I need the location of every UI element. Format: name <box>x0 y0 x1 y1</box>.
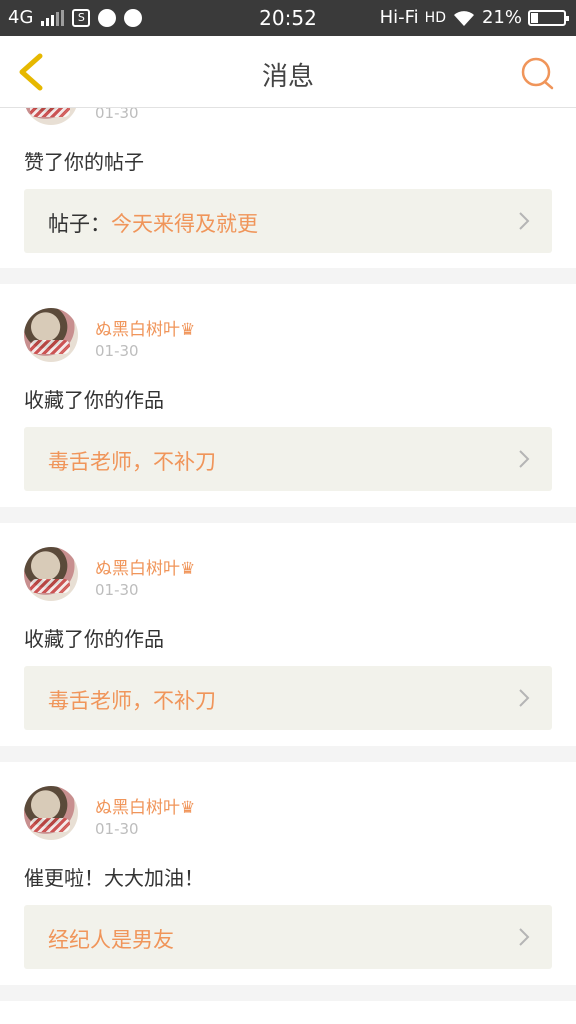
status-right: Hi-Fi HD 21% <box>379 7 569 28</box>
avatar[interactable] <box>24 308 78 362</box>
work-link[interactable]: 毒舌老师，不补刀 <box>24 666 552 730</box>
username[interactable]: ぬ黑白树叶♛ <box>95 554 195 579</box>
search-icon[interactable] <box>518 54 556 92</box>
post-link[interactable]: 帖子：今天来得及就更 <box>24 189 552 253</box>
message-time: 01-30 <box>95 108 139 122</box>
hifi-label: Hi-Fi <box>379 7 419 28</box>
message-action: 催更啦！大大加油！ <box>24 866 204 890</box>
work-title: 经纪人是男友 <box>48 928 174 952</box>
message-action: 收藏了你的作品 <box>24 388 164 412</box>
avatar[interactable] <box>24 547 78 601</box>
link-text: 帖子：今天来得及就更 <box>48 208 258 238</box>
avatar[interactable] <box>24 786 78 840</box>
battery-percent: 21% <box>481 7 522 28</box>
message-card: ぬ黑白树叶♛ 01-30 收藏了你的作品 毒舌老师，不补刀 <box>0 523 576 746</box>
work-link[interactable]: 经纪人是男友 <box>24 905 552 969</box>
message-action: 赞了你的帖子 <box>24 150 144 174</box>
nav-bar: 消息 <box>0 36 576 108</box>
avatar[interactable] <box>24 108 78 125</box>
page-title: 消息 <box>261 62 314 92</box>
message-card <box>0 1001 576 1024</box>
work-link[interactable]: 毒舌老师，不补刀 <box>24 427 552 491</box>
username[interactable]: ぬ黑白树叶♛ <box>95 315 195 340</box>
battery-icon <box>528 9 569 26</box>
chevron-right-icon <box>519 212 530 230</box>
message-time: 01-30 <box>95 342 139 360</box>
message-card: ぬ黑白树叶♛ 01-30 催更啦！大大加油！ 经纪人是男友 <box>0 762 576 985</box>
chevron-right-icon <box>519 689 530 707</box>
wifi-icon <box>453 10 474 26</box>
message-feed[interactable]: 01-30 赞了你的帖子 帖子：今天来得及就更 ぬ黑白树叶♛ 01-30 收藏了… <box>0 108 576 1024</box>
hd-label: HD <box>424 9 446 26</box>
chevron-right-icon <box>519 928 530 946</box>
message-card: ぬ黑白树叶♛ 01-30 收藏了你的作品 毒舌老师，不补刀 <box>0 284 576 507</box>
message-card: 01-30 赞了你的帖子 帖子：今天来得及就更 <box>0 108 576 268</box>
work-title: 毒舌老师，不补刀 <box>48 450 216 474</box>
status-bar: 4G S 20:52 Hi-Fi HD 21% <box>0 0 576 36</box>
work-title: 毒舌老师，不补刀 <box>48 689 216 713</box>
message-action: 收藏了你的作品 <box>24 627 164 651</box>
post-title: 今天来得及就更 <box>111 212 258 236</box>
message-time: 01-30 <box>95 820 139 838</box>
link-prefix: 帖子： <box>48 212 111 236</box>
chevron-right-icon <box>519 450 530 468</box>
username[interactable]: ぬ黑白树叶♛ <box>95 793 195 818</box>
message-time: 01-30 <box>95 581 139 599</box>
